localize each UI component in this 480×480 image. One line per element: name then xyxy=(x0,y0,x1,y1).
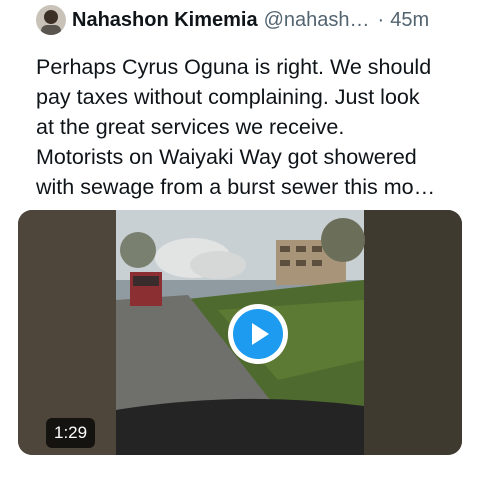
author-name[interactable]: Nahashon Kimemia xyxy=(72,9,258,32)
tweet-timestamp[interactable]: 45m xyxy=(390,9,429,32)
tweet-text-line: Perhaps Cyrus Oguna is right. We should xyxy=(36,55,432,79)
video-player[interactable]: 1:29 xyxy=(18,210,462,455)
avatar[interactable] xyxy=(36,5,66,35)
tweet-text-line: pay taxes without complaining. Just look xyxy=(36,85,420,109)
separator-dot: · xyxy=(377,8,385,31)
play-button[interactable] xyxy=(228,304,288,364)
tweet-text: Perhaps Cyrus Oguna is right. We should … xyxy=(36,52,468,202)
play-icon xyxy=(233,309,283,359)
author-handle[interactable]: @nahash… xyxy=(264,9,370,32)
tweet-text-line: at the great services we receive. xyxy=(36,115,345,139)
tweet-header: Nahashon Kimemia @nahash… · 45m xyxy=(36,4,429,36)
tweet-text-line: with sewage from a burst sewer this mo… xyxy=(36,175,436,199)
video-duration: 1:29 xyxy=(46,418,96,448)
tweet-text-line: Motorists on Waiyaki Way got showered xyxy=(36,145,417,169)
tweet[interactable]: Nahashon Kimemia @nahash… · 45m Perhaps … xyxy=(0,0,480,480)
